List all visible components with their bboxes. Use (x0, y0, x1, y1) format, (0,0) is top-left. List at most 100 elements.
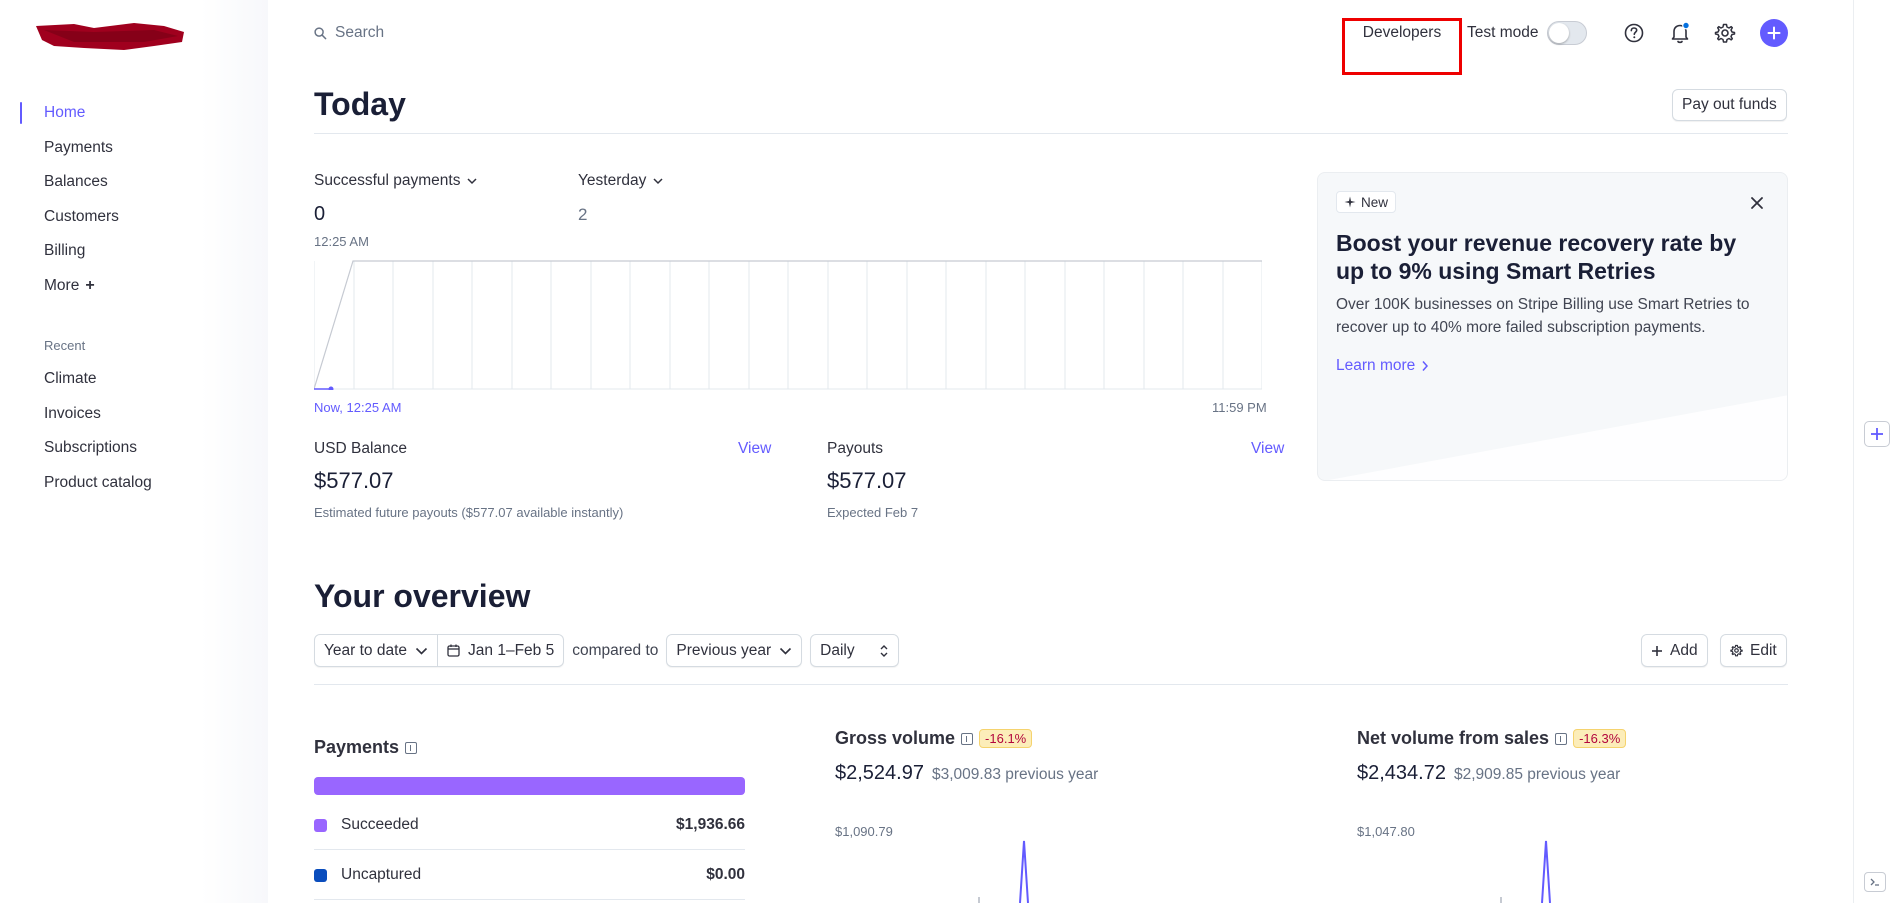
metric-selector[interactable]: Successful payments (314, 172, 478, 190)
link-label: Learn more (1336, 357, 1416, 374)
widget-title-text: Net volume from sales (1357, 728, 1550, 748)
recent-item-product-catalog[interactable]: Product catalog (0, 466, 268, 501)
nav-label: Billing (44, 242, 86, 260)
add-button[interactable]: Add (1641, 634, 1708, 667)
status-dot (314, 868, 327, 882)
nav-label: Product catalog (44, 473, 152, 491)
chevron-down-icon (467, 178, 477, 185)
status-dot (314, 818, 327, 832)
usd-balance-view-link[interactable]: View (738, 440, 771, 458)
info-icon[interactable] (1555, 732, 1568, 745)
new-badge: New (1336, 191, 1397, 213)
overview-filters: Year to date Jan 1–Feb 5 compared to Pre… (314, 634, 899, 667)
payouts-view-link[interactable]: View (1251, 440, 1284, 458)
chevron-down-icon (653, 178, 663, 185)
payments-row-succeeded[interactable]: Succeeded $1,936.66 (314, 801, 745, 850)
nav-item-home[interactable]: Home (0, 96, 268, 131)
net-axis-max: $1,047.80 (1357, 824, 1415, 839)
payouts-title: Payouts (827, 440, 884, 457)
promo-card: New Boost your revenue recovery rate by … (1317, 172, 1788, 481)
payments-row-uncaptured[interactable]: Uncaptured $0.00 (314, 851, 745, 900)
chevron-up-down-icon (880, 644, 888, 657)
usd-balance-note: Estimated future payouts ($577.07 availa… (314, 505, 624, 520)
notification-bell-icon[interactable] (1667, 20, 1693, 46)
payouts-amount: $577.07 (827, 468, 907, 493)
row-label: Succeeded (341, 816, 419, 833)
usd-balance-title: USD Balance (314, 440, 408, 457)
nav-label: Climate (44, 370, 97, 387)
net-volume-previous: $2,909.85 previous year (1453, 766, 1621, 783)
search-icon (314, 26, 327, 39)
delta-badge: -16.1% (979, 729, 1033, 748)
close-icon[interactable] (1745, 191, 1769, 215)
recent-nav: Climate Invoices Subscriptions Product c… (0, 362, 268, 500)
nav-label: Payments (44, 138, 113, 156)
nav-label: Customers (44, 207, 119, 225)
button-label: Pay out funds (1682, 96, 1777, 113)
test-mode-toggle[interactable] (1546, 21, 1587, 45)
delta-badge: -16.3% (1573, 729, 1627, 748)
nav-item-balances[interactable]: Balances (0, 165, 268, 200)
account-logo-redacted (36, 23, 184, 50)
compare-label: Yesterday (578, 172, 647, 189)
learn-more-link[interactable]: Learn more (1336, 357, 1429, 375)
nav-item-payments[interactable]: Payments (0, 131, 268, 166)
widget-title-text: Gross volume (835, 728, 956, 748)
comparison-select[interactable]: Previous year (666, 634, 803, 667)
search-input[interactable]: Search (314, 20, 384, 46)
edit-button[interactable]: Edit (1720, 634, 1787, 667)
nav-item-billing[interactable]: Billing (0, 234, 268, 269)
promo-body: Over 100K businesses on Stripe Billing u… (1336, 296, 1750, 336)
rail-add-icon[interactable] (1864, 421, 1890, 447)
widget-title-text: Payments (314, 737, 400, 757)
info-icon[interactable] (961, 732, 974, 745)
usd-balance-amount: $577.07 (314, 468, 394, 493)
right-rail (1853, 0, 1904, 903)
nav-label: Balances (44, 173, 108, 191)
nav-label: More (44, 276, 80, 294)
current-time: 12:25 AM (314, 234, 369, 249)
interval-select[interactable]: Daily (810, 634, 899, 667)
pay-out-funds-button[interactable]: Pay out funds (1672, 89, 1787, 121)
recent-item-invoices[interactable]: Invoices (0, 397, 268, 432)
chart-end-label: 11:59 PM (1212, 400, 1267, 415)
page-title: Today (314, 86, 406, 122)
payouts-note: Expected Feb 7 (827, 505, 919, 520)
gross-axis-max: $1,090.79 (835, 824, 893, 839)
nav-label: Subscriptions (44, 439, 138, 457)
create-plus-icon[interactable] (1760, 19, 1788, 47)
badge-label: New (1361, 194, 1389, 210)
compare-selector[interactable]: Yesterday (578, 172, 664, 190)
nav-item-customers[interactable]: Customers (0, 200, 268, 235)
recent-item-subscriptions[interactable]: Subscriptions (0, 431, 268, 466)
row-amount: $1,936.66 (676, 816, 745, 833)
gross-volume-sparkline (978, 840, 1029, 903)
info-icon[interactable] (405, 741, 418, 754)
calendar-icon (447, 644, 460, 657)
button-label: Add (1670, 641, 1698, 659)
nav-item-more[interactable]: More + (0, 269, 268, 304)
help-icon[interactable] (1621, 20, 1647, 46)
payments-widget-title: Payments (314, 737, 418, 758)
range-select[interactable]: Year to date (314, 634, 439, 667)
more-plus-icon: + (85, 276, 95, 294)
gear-icon[interactable] (1712, 20, 1738, 46)
compared-to-label: compared to (572, 641, 659, 659)
chart-grid (353, 261, 1262, 389)
gross-volume-title[interactable]: Gross volume -16.1% (835, 728, 1033, 749)
developers-link[interactable]: Developers (1342, 20, 1462, 46)
net-volume-title[interactable]: Net volume from sales -16.3% (1357, 728, 1627, 749)
net-volume-value: $2,434.72 (1357, 762, 1446, 784)
divider (314, 133, 1788, 134)
row-label: Uncaptured (341, 866, 422, 883)
search-placeholder: Search (335, 24, 385, 41)
nav-label: Invoices (44, 404, 101, 422)
terminal-icon[interactable] (1864, 872, 1886, 892)
sparkle-icon (1344, 196, 1356, 208)
today-point (328, 386, 334, 390)
date-range-picker[interactable]: Jan 1–Feb 5 (438, 634, 565, 667)
recent-item-climate[interactable]: Climate (0, 362, 268, 397)
comparison-value: Previous year (676, 641, 772, 659)
promo-title: Boost your revenue recovery rate by up t… (1336, 230, 1737, 284)
test-mode-label: Test mode (1467, 24, 1539, 41)
